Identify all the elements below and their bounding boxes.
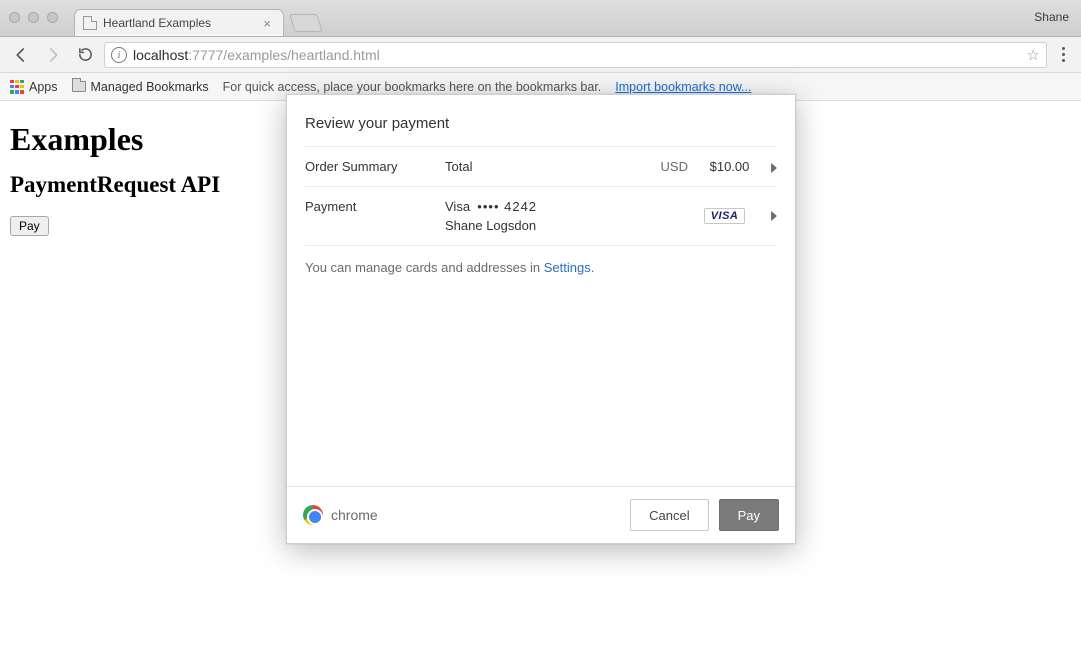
reload-button[interactable] (72, 42, 98, 68)
payment-card-name: Shane Logsdon (445, 218, 704, 233)
visa-badge-icon: VISA (704, 208, 746, 224)
apps-label: Apps (29, 80, 58, 94)
back-button[interactable] (8, 42, 34, 68)
page-icon (83, 16, 97, 30)
bookmarks-hint: For quick access, place your bookmarks h… (223, 80, 602, 94)
order-total-label: Total (445, 159, 661, 174)
site-info-icon[interactable]: i (111, 47, 127, 63)
payment-request-sheet: Review your payment Order Summary Total … (286, 94, 796, 544)
close-tab-icon[interactable]: × (259, 16, 275, 31)
chrome-brand-label: chrome (331, 507, 378, 523)
chevron-right-icon (771, 211, 777, 221)
manage-settings-line: You can manage cards and addresses in Se… (305, 245, 777, 289)
apps-icon (10, 80, 24, 94)
window-controls (9, 12, 58, 23)
managed-bookmarks-label: Managed Bookmarks (91, 80, 209, 94)
payment-label: Payment (305, 199, 445, 214)
order-summary-label: Order Summary (305, 159, 445, 174)
url-path: :7777/examples/heartland.html (188, 47, 379, 63)
payment-card-brand: Visa (445, 199, 470, 214)
sheet-footer: chrome Cancel Pay (287, 486, 795, 543)
chrome-menu-button[interactable] (1053, 47, 1073, 62)
import-bookmarks-link[interactable]: Import bookmarks now... (615, 80, 751, 94)
browser-tab-active[interactable]: Heartland Examples × (74, 9, 284, 36)
order-currency: USD (661, 159, 688, 174)
payment-card-mask: •••• 4242 (477, 199, 537, 214)
zoom-window-icon[interactable] (47, 12, 58, 23)
close-window-icon[interactable] (9, 12, 20, 23)
forward-button[interactable] (40, 42, 66, 68)
apps-shortcut[interactable]: Apps (10, 80, 58, 94)
order-amount: $10.00 (710, 159, 750, 174)
pay-button[interactable]: Pay (719, 499, 779, 531)
manage-prefix: You can manage cards and addresses in (305, 260, 544, 275)
settings-link[interactable]: Settings (544, 260, 591, 275)
url-host: localhost (133, 47, 188, 63)
chevron-right-icon (771, 163, 777, 173)
browser-tab-strip: Heartland Examples × Shane (0, 0, 1081, 37)
payment-method-row[interactable]: Payment Visa •••• 4242 Shane Logsdon VIS… (305, 186, 777, 245)
address-bar[interactable]: i localhost:7777/examples/heartland.html… (104, 42, 1047, 68)
page-pay-button[interactable]: Pay (10, 216, 49, 236)
browser-toolbar: i localhost:7777/examples/heartland.html… (0, 37, 1081, 73)
chrome-brand: chrome (303, 505, 378, 525)
profile-button[interactable]: Shane (1034, 10, 1069, 24)
cancel-button[interactable]: Cancel (630, 499, 708, 531)
folder-icon (72, 81, 86, 92)
new-tab-button[interactable] (289, 14, 323, 32)
managed-bookmarks-folder[interactable]: Managed Bookmarks (72, 80, 209, 94)
minimize-window-icon[interactable] (28, 12, 39, 23)
order-summary-row[interactable]: Order Summary Total USD $10.00 (305, 146, 777, 186)
tab-title: Heartland Examples (103, 16, 211, 30)
bookmark-star-icon[interactable]: ☆ (1027, 46, 1040, 64)
sheet-title: Review your payment (305, 115, 777, 132)
chrome-logo-icon (303, 505, 323, 525)
